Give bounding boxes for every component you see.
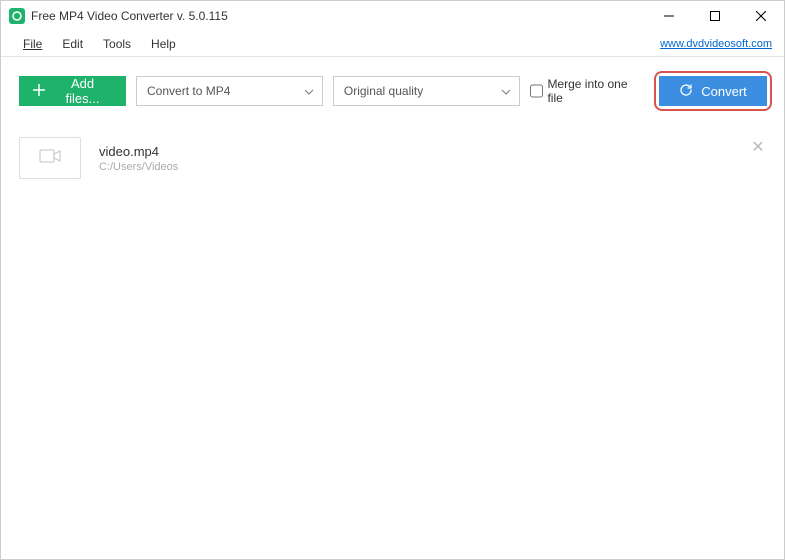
minimize-button[interactable]: [646, 1, 692, 31]
convert-button[interactable]: Convert: [659, 76, 767, 106]
quality-dropdown[interactable]: Original quality: [333, 76, 520, 106]
window-controls: [646, 1, 784, 31]
close-button[interactable]: [738, 1, 784, 31]
format-selected: Convert to MP4: [147, 84, 230, 98]
close-icon: ✕: [751, 137, 764, 157]
format-dropdown[interactable]: Convert to MP4: [136, 76, 323, 106]
menu-file[interactable]: File: [13, 33, 52, 55]
merge-checkbox-wrap[interactable]: Merge into one file: [530, 77, 644, 105]
file-path: C:/Users/Videos: [99, 161, 178, 173]
file-info: video.mp4 C:/Users/Videos: [99, 144, 178, 173]
menubar: File Edit Tools Help www.dvdvideosoft.co…: [1, 31, 784, 57]
file-row[interactable]: video.mp4 C:/Users/Videos ✕: [19, 129, 772, 187]
chevron-down-icon: [501, 84, 511, 98]
menu-edit[interactable]: Edit: [52, 33, 93, 55]
chevron-down-icon: [304, 84, 314, 98]
plus-icon: [33, 84, 45, 99]
video-icon: [39, 148, 61, 169]
titlebar: Free MP4 Video Converter v. 5.0.115: [1, 1, 784, 31]
refresh-icon: [679, 83, 693, 100]
add-files-label: Add files...: [53, 76, 112, 106]
file-list: video.mp4 C:/Users/Videos ✕: [1, 125, 784, 187]
menu-help[interactable]: Help: [141, 33, 186, 55]
website-link[interactable]: www.dvdvideosoft.com: [660, 38, 772, 50]
quality-selected: Original quality: [344, 84, 423, 98]
merge-label: Merge into one file: [547, 77, 644, 105]
remove-file-button[interactable]: ✕: [748, 137, 768, 157]
maximize-button[interactable]: [692, 1, 738, 31]
video-thumbnail: [19, 137, 81, 179]
merge-checkbox[interactable]: [530, 84, 544, 98]
menu-tools[interactable]: Tools: [93, 33, 141, 55]
convert-highlight: Convert: [654, 71, 772, 111]
toolbar: Add files... Convert to MP4 Original qua…: [1, 57, 784, 125]
convert-label: Convert: [701, 84, 747, 99]
window-title: Free MP4 Video Converter v. 5.0.115: [31, 9, 646, 23]
app-icon: [9, 8, 25, 24]
file-name: video.mp4: [99, 144, 178, 159]
add-files-button[interactable]: Add files...: [19, 76, 126, 106]
